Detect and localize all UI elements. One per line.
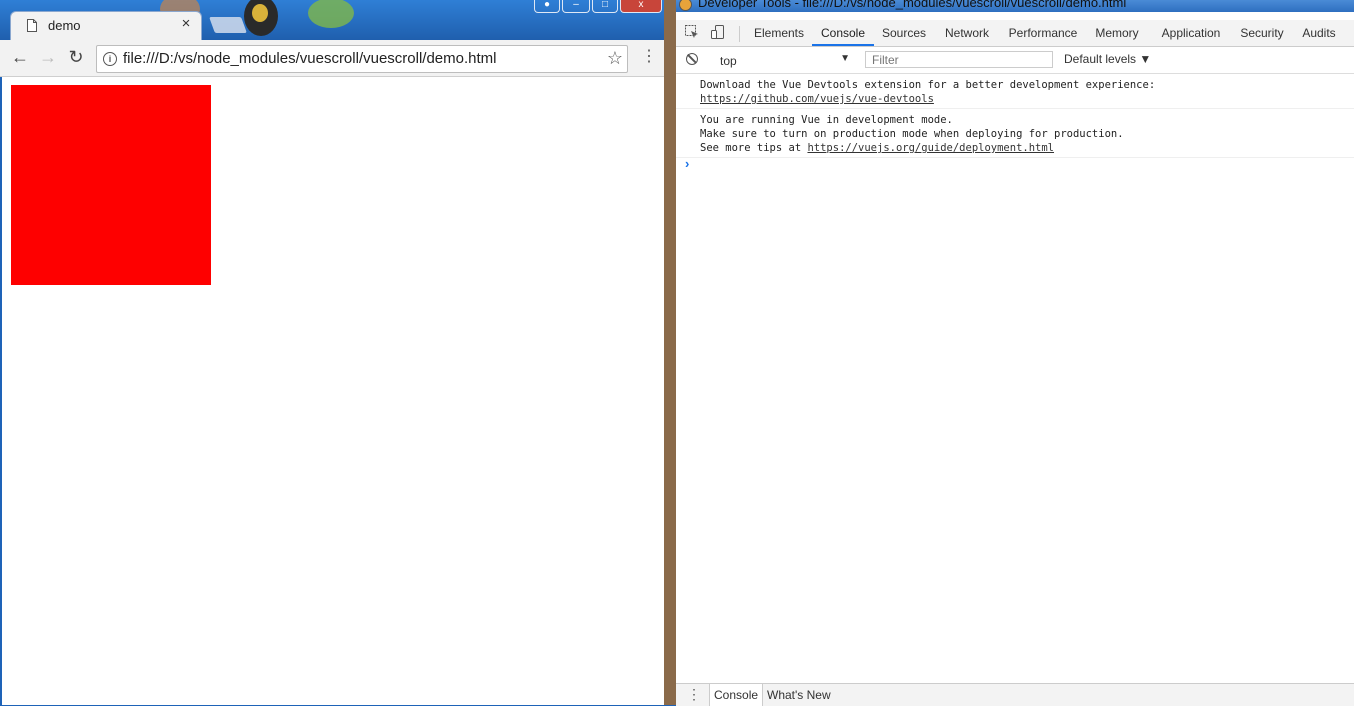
window-gap bbox=[664, 0, 676, 705]
devtools-window: Developer Tools - file:///D:/vs/node_mod… bbox=[676, 0, 1354, 706]
close-icon[interactable]: × bbox=[177, 15, 195, 32]
console-message: You are running Vue in development mode.… bbox=[676, 109, 1354, 158]
console-toolbar: top ▼ Default levels ▼ bbox=[676, 47, 1354, 74]
devtools-titlebar: Developer Tools - file:///D:/vs/node_mod… bbox=[676, 0, 1354, 12]
devtools-tabbar: Elements Console Sources Network Perform… bbox=[676, 20, 1354, 47]
filter-input[interactable] bbox=[865, 51, 1053, 68]
tab-sources[interactable]: Sources bbox=[876, 20, 932, 46]
desktop-wallpaper-shape bbox=[252, 4, 268, 22]
tab-console[interactable]: Console bbox=[812, 20, 874, 46]
tab-security[interactable]: Security bbox=[1234, 20, 1290, 46]
url-text[interactable]: file:///D:/vs/node_modules/vuescroll/vue… bbox=[123, 50, 497, 67]
message-text: Download the Vue Devtools extension for … bbox=[700, 79, 1156, 91]
console-messages: Download the Vue Devtools extension for … bbox=[676, 74, 1354, 158]
window-controls: ● – □ x bbox=[534, 0, 662, 13]
info-icon[interactable]: i bbox=[103, 52, 117, 66]
red-square bbox=[11, 85, 211, 285]
inspect-element-icon[interactable] bbox=[684, 24, 700, 40]
message-text: See more tips at bbox=[700, 142, 808, 154]
page-viewport bbox=[2, 77, 664, 705]
tab-memory[interactable]: Memory bbox=[1088, 20, 1146, 46]
address-bar[interactable]: i file:///D:/vs/node_modules/vuescroll/v… bbox=[96, 45, 628, 73]
devtools-window-title: Developer Tools - file:///D:/vs/node_mod… bbox=[698, 0, 1127, 10]
maximize-button[interactable]: □ bbox=[592, 0, 618, 13]
document-icon bbox=[27, 19, 37, 32]
message-text: You are running Vue in development mode. bbox=[700, 114, 953, 126]
context-selector[interactable]: top ▼ bbox=[710, 50, 850, 70]
desktop-wallpaper-shape bbox=[308, 0, 354, 28]
close-window-button[interactable]: x bbox=[620, 0, 662, 13]
toolbar-divider bbox=[739, 26, 740, 42]
chrome-icon bbox=[679, 0, 692, 11]
tab-network[interactable]: Network bbox=[936, 20, 998, 46]
new-tab-button[interactable] bbox=[209, 17, 247, 33]
tab-performance[interactable]: Performance bbox=[1002, 20, 1084, 46]
message-link[interactable]: https://vuejs.org/guide/deployment.html bbox=[807, 142, 1054, 154]
bookmark-star-icon[interactable]: ☆ bbox=[607, 48, 623, 69]
browser-menu-icon[interactable]: ⋮ bbox=[641, 49, 657, 65]
browser-titlebar: demo × ● – □ x bbox=[0, 0, 666, 40]
dropdown-arrow-icon: ▼ bbox=[840, 53, 850, 64]
browser-toolbar: ← → ↻ i file:///D:/vs/node_modules/vuesc… bbox=[0, 40, 666, 77]
browser-window: demo × ● – □ x ← → ↻ i file:///D:/vs/nod… bbox=[0, 0, 666, 705]
tab-application[interactable]: Application bbox=[1150, 20, 1232, 46]
drawer-menu-icon[interactable]: ⋮ bbox=[687, 687, 701, 701]
context-value: top bbox=[720, 54, 737, 68]
drawer-tab-whats-new[interactable]: What's New bbox=[763, 684, 835, 706]
drawer-tab-console[interactable]: Console bbox=[709, 684, 764, 706]
device-toolbar-icon[interactable] bbox=[710, 24, 726, 40]
message-link[interactable]: https://github.com/vuejs/vue-devtools bbox=[700, 93, 934, 105]
clear-console-icon[interactable] bbox=[686, 53, 698, 65]
minimize-button[interactable]: – bbox=[562, 0, 590, 13]
profile-icon[interactable]: ● bbox=[534, 0, 560, 13]
console-message: Download the Vue Devtools extension for … bbox=[676, 74, 1354, 109]
tab-demo[interactable]: demo × bbox=[10, 11, 202, 40]
tab-audits[interactable]: Audits bbox=[1294, 20, 1344, 46]
tab-title: demo bbox=[48, 18, 81, 33]
devtools-drawer: ⋮ Console What's New bbox=[676, 683, 1354, 706]
message-text: Make sure to turn on production mode whe… bbox=[700, 128, 1124, 140]
back-arrow-icon[interactable]: ← bbox=[10, 48, 30, 66]
default-levels-dropdown[interactable]: Default levels ▼ bbox=[1064, 52, 1151, 66]
tab-elements[interactable]: Elements bbox=[748, 20, 810, 46]
reload-icon[interactable]: ↻ bbox=[66, 48, 86, 66]
console-prompt-icon[interactable]: › bbox=[685, 156, 689, 171]
forward-arrow-icon[interactable]: → bbox=[38, 48, 58, 66]
